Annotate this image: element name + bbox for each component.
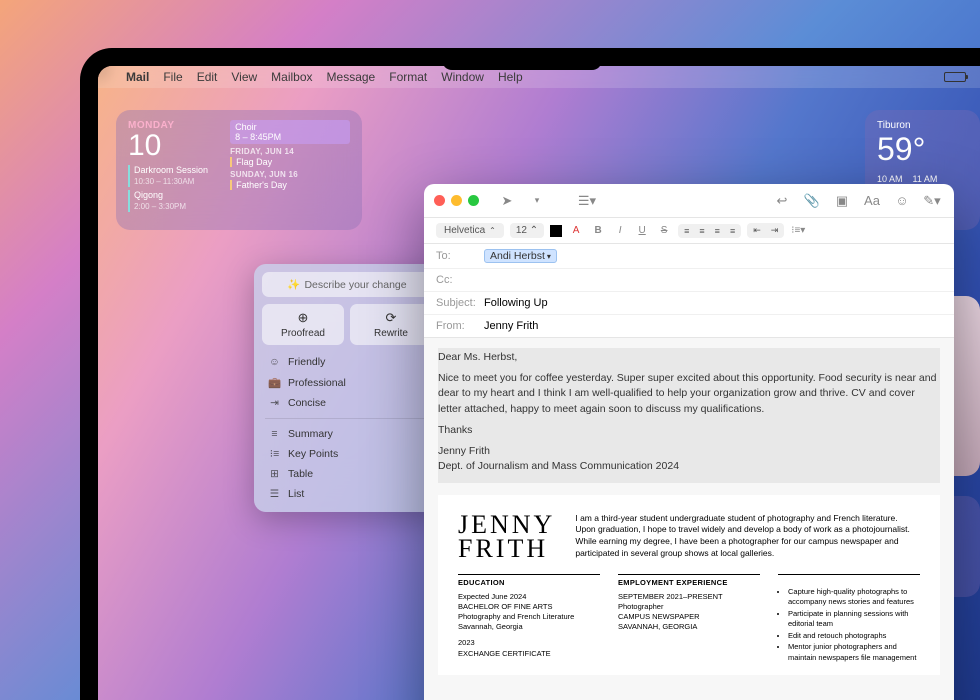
mail-compose-window: ➤ ▾ ☰▾ ↩ 📎 ▣ Aa ☺ ✎▾ Helvetica⌃ 12 ⌃ A B… — [424, 184, 954, 700]
cv-name: JENNYFRITH — [458, 513, 555, 562]
describe-change-field[interactable]: ✨ Describe your change — [262, 272, 432, 297]
format-summary[interactable]: ≡Summary — [262, 424, 432, 444]
chevron-down-icon[interactable]: ▾ — [525, 191, 549, 211]
mail-body[interactable]: Dear Ms. Herbst, Nice to meet you for co… — [424, 338, 954, 700]
tone-friendly[interactable]: ☺Friendly — [262, 352, 432, 372]
emoji-icon[interactable]: ☺ — [890, 191, 914, 211]
refresh-icon: ⟳ — [354, 310, 428, 326]
menu-edit[interactable]: Edit — [197, 70, 218, 84]
calendar-widget[interactable]: MONDAY 10 Darkroom Session 10:30 – 11:30… — [116, 110, 362, 230]
desktop: Mail File Edit View Mailbox Message Form… — [98, 66, 980, 700]
tone-concise[interactable]: ⇥Concise — [262, 393, 432, 413]
underline-button[interactable]: U — [634, 225, 650, 236]
subject-field[interactable]: Following Up — [484, 297, 548, 309]
lines-icon: ≡ — [268, 428, 281, 440]
attach-icon[interactable]: 📎 — [800, 191, 824, 211]
format-table[interactable]: ⊞Table — [262, 464, 432, 484]
proofread-button[interactable]: ⊕ Proofread — [262, 304, 344, 345]
arrows-in-icon: ⇥ — [268, 397, 281, 409]
from-value[interactable]: Jenny Frith — [484, 320, 538, 332]
header-fields-icon[interactable]: ☰▾ — [575, 191, 599, 211]
text-color-picker[interactable] — [550, 225, 562, 237]
display-notch — [442, 48, 602, 70]
tone-professional[interactable]: 💼Professional — [262, 372, 432, 393]
menu-format[interactable]: Format — [389, 70, 427, 84]
italic-button[interactable]: I — [612, 225, 628, 236]
calendar-event: Qigong 2:00 – 3:30PM — [128, 190, 230, 212]
close-button[interactable] — [434, 195, 445, 206]
text-color-icon[interactable]: A — [568, 225, 584, 236]
rewrite-button[interactable]: ⟳ Rewrite — [350, 304, 432, 345]
bullets-icon: ⁝≡ — [268, 448, 281, 460]
calendar-event: Darkroom Session 10:30 – 11:30AM — [128, 165, 230, 187]
format-keypoints[interactable]: ⁝≡Key Points — [262, 444, 432, 464]
font-size-picker[interactable]: 12 ⌃ — [510, 223, 544, 238]
indent-group[interactable]: ⇤⇥ — [747, 223, 784, 238]
cc-label: Cc: — [436, 274, 484, 286]
insert-photo-icon[interactable]: ▣ — [830, 191, 854, 211]
menu-help[interactable]: Help — [498, 70, 523, 84]
table-icon: ⊞ — [268, 468, 281, 480]
writing-tools-popover: ✨ Describe your change ⊕ Proofread ⟳ Rew… — [254, 264, 440, 512]
calendar-day-number: 10 — [128, 131, 230, 161]
recipient-token[interactable]: Andi Herbst▾ — [484, 249, 557, 263]
subject-label: Subject: — [436, 297, 484, 309]
weather-temp: 59° — [877, 131, 968, 168]
reply-icon[interactable]: ↩ — [770, 191, 794, 211]
font-picker[interactable]: Helvetica⌃ — [436, 223, 504, 238]
list-style-icon[interactable]: ⁝≡▾ — [790, 225, 806, 236]
list-icon: ☰ — [268, 488, 281, 500]
calendar-event: Choir 8 – 8:45PM — [230, 120, 350, 144]
format-bar: Helvetica⌃ 12 ⌃ A B I U S ≡≡≡≡ ⇤⇥ ⁝≡▾ — [424, 218, 954, 244]
to-label: To: — [436, 250, 484, 262]
minimize-button[interactable] — [451, 195, 462, 206]
briefcase-icon: 💼 — [268, 376, 281, 389]
bold-button[interactable]: B — [590, 225, 606, 236]
menu-view[interactable]: View — [231, 70, 257, 84]
zoom-button[interactable] — [468, 195, 479, 206]
format-icon[interactable]: Aa — [860, 191, 884, 211]
menu-window[interactable]: Window — [441, 70, 484, 84]
menu-file[interactable]: File — [163, 70, 182, 84]
app-menu[interactable]: Mail — [126, 70, 149, 84]
send-icon[interactable]: ➤ — [495, 191, 519, 211]
sparkle-icon: ✨ — [287, 278, 300, 291]
strike-button[interactable]: S — [656, 225, 672, 236]
laptop-bezel: Mail File Edit View Mailbox Message Form… — [80, 48, 980, 700]
align-group[interactable]: ≡≡≡≡ — [678, 224, 741, 238]
menu-mailbox[interactable]: Mailbox — [271, 70, 312, 84]
calendar-day-name: MONDAY — [128, 120, 230, 131]
menu-message[interactable]: Message — [327, 70, 376, 84]
markup-icon[interactable]: ✎▾ — [920, 191, 944, 211]
cv-attachment: JENNYFRITH I am a third-year student und… — [438, 495, 940, 675]
format-list[interactable]: ☰List — [262, 484, 432, 504]
battery-icon[interactable] — [944, 72, 966, 82]
cv-intro: I am a third-year student undergraduate … — [575, 513, 920, 562]
from-label: From: — [436, 320, 484, 332]
magnify-icon: ⊕ — [266, 310, 340, 326]
mail-toolbar: ➤ ▾ ☰▾ ↩ 📎 ▣ Aa ☺ ✎▾ — [424, 184, 954, 218]
weather-location: Tiburon — [877, 120, 968, 131]
smile-icon: ☺ — [268, 356, 281, 368]
